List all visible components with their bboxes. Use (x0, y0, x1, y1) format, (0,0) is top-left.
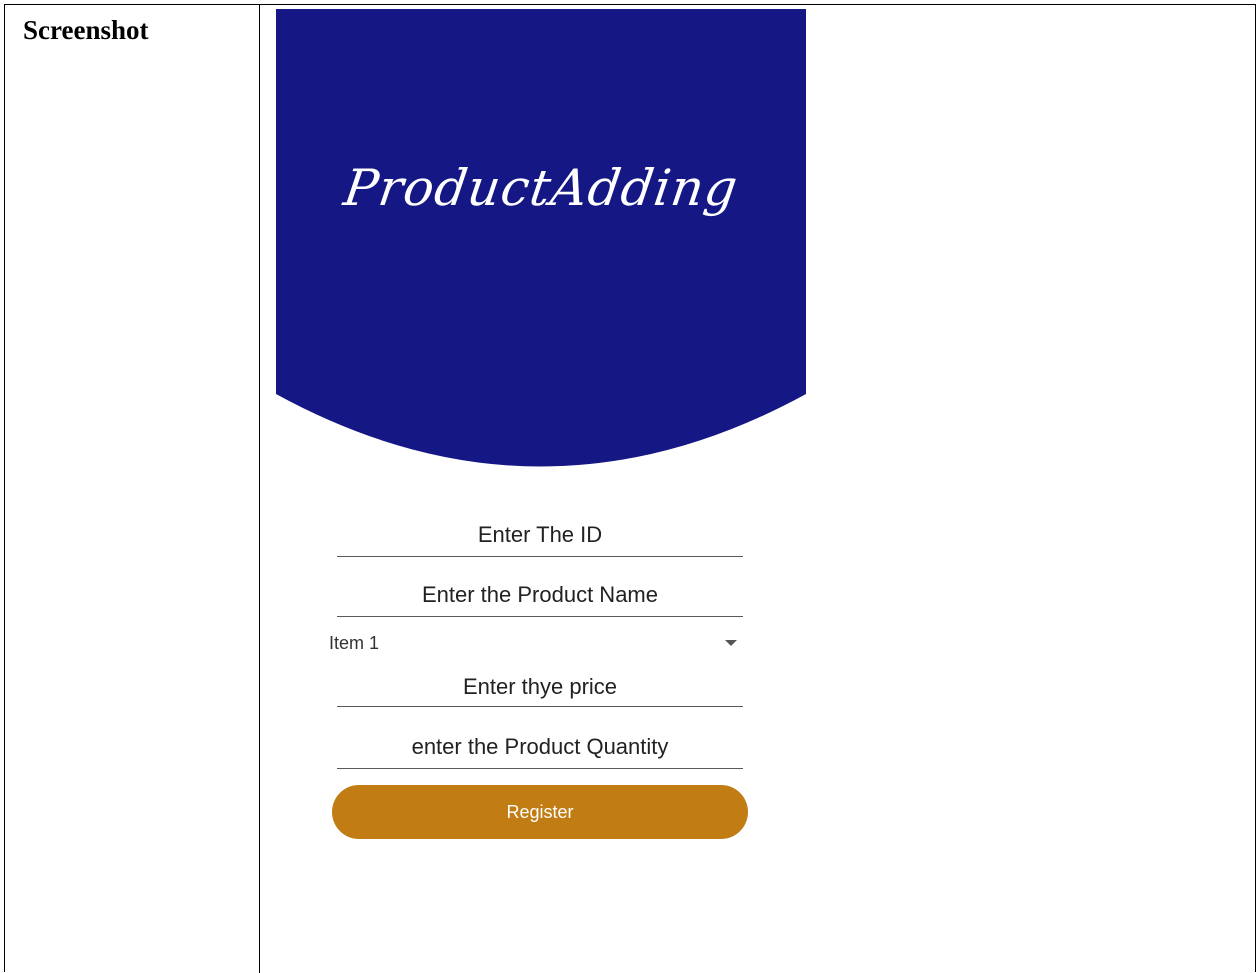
price-field[interactable] (337, 665, 743, 708)
quantity-input[interactable] (337, 725, 743, 769)
chevron-down-icon (725, 640, 737, 646)
product-form: Item 1 Register (276, 9, 806, 973)
quantity-field[interactable] (337, 725, 743, 769)
document-table: Screenshot ProductAdding Item 1 (4, 4, 1256, 973)
register-button[interactable]: Register (332, 785, 748, 839)
dropdown-selected-value: Item 1 (329, 633, 380, 653)
id-field[interactable] (337, 513, 743, 557)
product-name-field[interactable] (337, 573, 743, 617)
app-screen: ProductAdding Item 1 (276, 9, 806, 973)
id-input[interactable] (337, 513, 743, 557)
category-dropdown[interactable]: Item 1 (329, 627, 737, 659)
label-cell: Screenshot (5, 5, 260, 973)
content-cell: ProductAdding Item 1 (261, 5, 1256, 973)
row-label: Screenshot (23, 15, 149, 45)
product-name-input[interactable] (337, 573, 743, 617)
price-input[interactable] (337, 666, 743, 708)
